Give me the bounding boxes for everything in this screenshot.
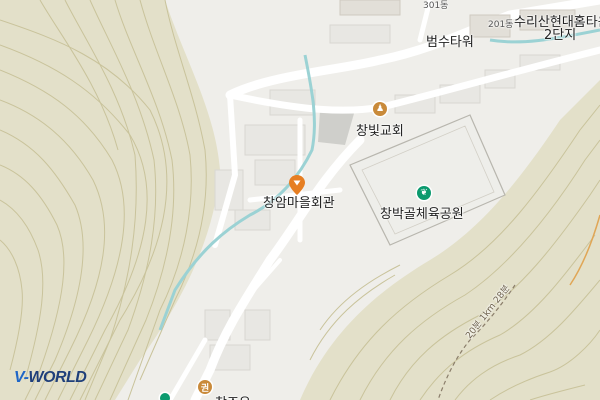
person-walking-icon: ♟: [375, 104, 385, 114]
plaza: [318, 110, 355, 145]
leaf-icon: ❦: [420, 188, 428, 198]
green-poi-icon[interactable]: [160, 393, 170, 400]
park-icon[interactable]: ❦: [417, 186, 431, 200]
label-changbit-church[interactable]: 창빛교회: [356, 120, 404, 139]
label-changam-hall[interactable]: 창암마을회관: [263, 192, 335, 211]
label-2danji[interactable]: 2단지: [544, 24, 576, 43]
label-beomsu-tower[interactable]: 범수타워: [426, 31, 474, 50]
label-301dong: 301동: [423, 1, 449, 11]
label-bottom-partial[interactable]: 창조유: [215, 392, 251, 400]
vworld-logo: V-WORLD: [14, 369, 87, 386]
church-icon[interactable]: ♟: [373, 102, 387, 116]
label-changbakgol-park[interactable]: 창박골체육공원: [380, 203, 464, 222]
map-canvas[interactable]: 301동 201동 수리산현대홈타운 2단지 범수타워 ♟ 창빛교회 창암마을회…: [0, 0, 600, 400]
clinic-icon[interactable]: 권: [198, 380, 212, 394]
label-201dong: 201동: [488, 20, 514, 30]
